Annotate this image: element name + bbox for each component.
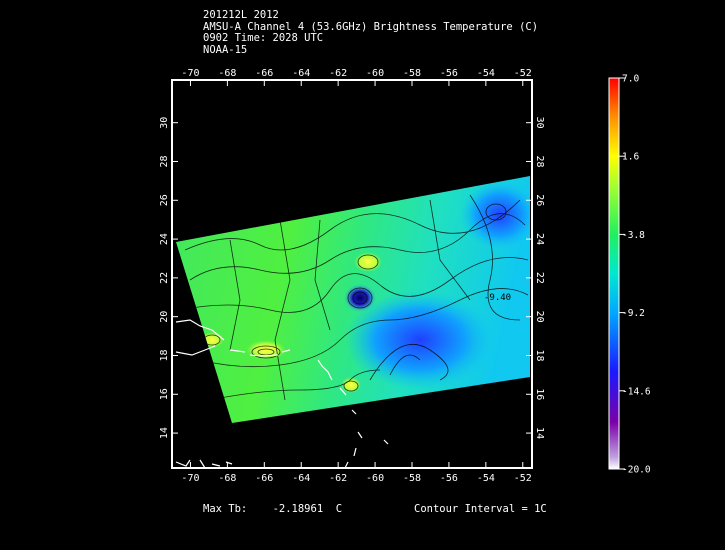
lat-tick-label-left: 24 xyxy=(159,233,170,245)
colorbar-tick-label: 1.6 xyxy=(622,152,639,163)
lat-axis-right: 14 16 18 20 22 24 26 28 30 xyxy=(526,117,545,439)
lat-tick-label-left: 26 xyxy=(159,194,170,206)
lon-tick-label-bottom: -60 xyxy=(366,473,384,484)
colorbar-tick-label: -9.2 xyxy=(622,308,645,319)
lat-tick-label-right: 28 xyxy=(534,155,545,167)
lon-tick-label-top: -64 xyxy=(292,68,310,79)
contour-label: -9.40 xyxy=(484,293,511,303)
lon-tick-label-bottom: -64 xyxy=(292,473,310,484)
lat-axis-left: 14 16 18 20 22 24 26 28 30 xyxy=(159,117,178,439)
lat-tick-label-left: 14 xyxy=(159,427,170,439)
lat-tick-label-left: 30 xyxy=(159,117,170,129)
lon-tick-label-top: -58 xyxy=(403,68,421,79)
colorbar-tick-label: -14.6 xyxy=(622,386,651,397)
lat-tick-label-right: 14 xyxy=(534,427,545,439)
colorbar-tick-label: -20.0 xyxy=(622,465,651,476)
lon-tick-label-top: -56 xyxy=(440,68,458,79)
lat-tick-label-right: 18 xyxy=(534,349,545,361)
colorbar-tick-label: 7.0 xyxy=(622,74,639,85)
lat-tick-label-right: 16 xyxy=(534,388,545,400)
lon-tick-label-bottom: -62 xyxy=(329,473,347,484)
lon-tick-label-bottom: -70 xyxy=(181,473,199,484)
colorbar-tick-label: -3.8 xyxy=(622,230,645,241)
contour-interval: Contour Interval = 1C xyxy=(414,503,547,515)
lat-tick-label-right: 26 xyxy=(534,194,545,206)
lat-tick-label-right: 22 xyxy=(534,272,545,284)
lon-axis-bottom: -70 -68 -66 -64 -62 -60 -58 -56 -54 -52 xyxy=(181,462,532,484)
lon-tick-label-top: -68 xyxy=(218,68,236,79)
lat-tick-label-right: 20 xyxy=(534,311,545,323)
lon-tick-label-top: -52 xyxy=(514,68,532,79)
max-tb-readout: Max Tb: -2.18961 C xyxy=(203,503,342,515)
lon-tick-label-bottom: -54 xyxy=(477,473,495,484)
lon-tick-label-bottom: -66 xyxy=(255,473,273,484)
brightness-temperature-map: -70 -68 -66 -64 -62 -60 -58 -56 -54 -52 -70 -68 -66… xyxy=(159,68,651,484)
max-tb-unit: C xyxy=(335,503,343,515)
lon-axis-top: -70 -68 -66 -64 -62 -60 -58 -56 -54 -52 xyxy=(181,68,532,86)
lat-tick-label-left: 22 xyxy=(159,272,170,284)
lon-tick-label-top: -60 xyxy=(366,68,384,79)
lon-tick-label-top: -54 xyxy=(477,68,495,79)
lat-tick-label-right: 24 xyxy=(534,233,545,245)
lat-tick-label-right: 30 xyxy=(534,117,545,129)
colorbar xyxy=(608,77,620,470)
lat-tick-label-left: 18 xyxy=(159,349,170,361)
lon-tick-label-bottom: -52 xyxy=(514,473,532,484)
lat-tick-label-left: 28 xyxy=(159,155,170,167)
max-tb-label: Max Tb: xyxy=(203,503,248,515)
lon-tick-label-bottom: -68 xyxy=(218,473,236,484)
lat-tick-label-left: 16 xyxy=(159,388,170,400)
lon-tick-label-bottom: -56 xyxy=(440,473,458,484)
lon-tick-label-top: -70 xyxy=(181,68,199,79)
lon-tick-label-top: -62 xyxy=(329,68,347,79)
lon-tick-label-bottom: -58 xyxy=(403,473,421,484)
lat-tick-label-left: 20 xyxy=(159,311,170,323)
max-tb-value: -2.18961 xyxy=(272,503,324,515)
lon-tick-label-top: -66 xyxy=(255,68,273,79)
colorbar-labels: 7.0 1.6 -3.8 -9.2 -14.6 -20.0 xyxy=(619,74,651,476)
